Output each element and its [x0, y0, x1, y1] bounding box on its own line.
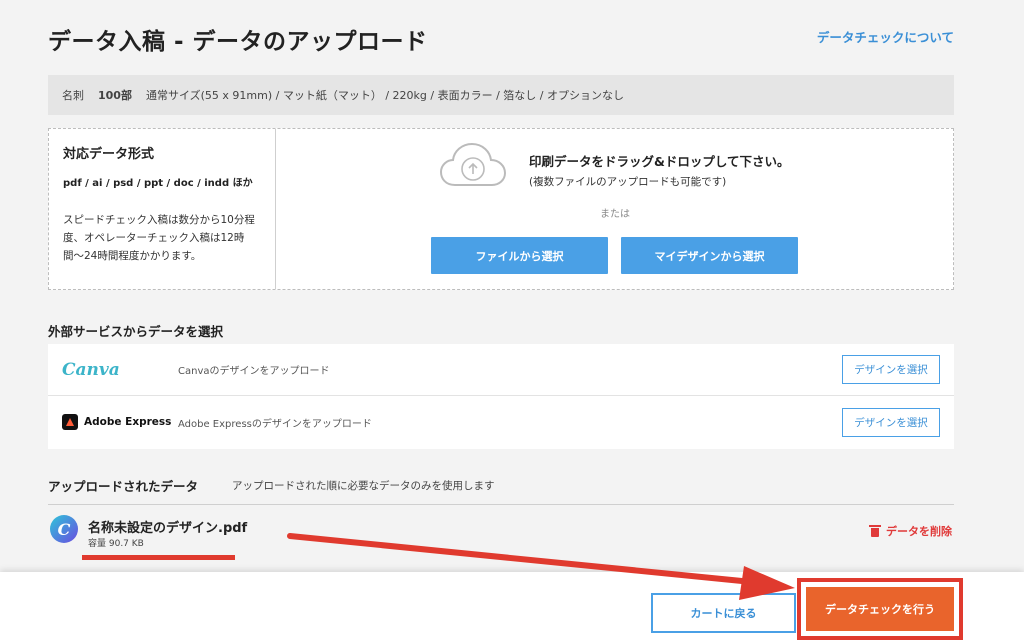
run-data-check-button[interactable]: データチェックを行う — [806, 587, 954, 631]
drop-sub-instruction: (複数ファイルのアップロードも可能です) — [529, 176, 727, 188]
data-check-help-link[interactable]: データチェックについて — [817, 27, 954, 46]
select-from-file-button[interactable]: ファイルから選択 — [431, 237, 608, 274]
upload-box: 対応データ形式 pdf / ai / psd / ppt / doc / ind… — [48, 128, 954, 290]
uploaded-data-note: アップロードされた順に必要なデータのみを使用します — [232, 480, 495, 492]
canva-select-design-button[interactable]: デザインを選択 — [842, 355, 940, 384]
select-from-mydesign-button[interactable]: マイデザインから選択 — [621, 237, 798, 274]
supported-formats-panel: 対応データ形式 pdf / ai / psd / ppt / doc / ind… — [49, 129, 276, 289]
or-separator: または — [600, 209, 630, 220]
footer-action-bar: カートに戻る データチェックを行う — [0, 572, 1024, 642]
upload-page: データ入稿 - データのアップロード データチェックについて 名刺 100部 通… — [0, 0, 1024, 642]
drop-instruction: 印刷データをドラッグ&ドロップして下さい。 — [529, 154, 790, 169]
external-service-canva: Canva Canvaのデザインをアップロード デザインを選択 — [48, 344, 954, 396]
external-service-adobe-express: Adobe Express Adobe Expressのデザインをアップロード … — [48, 396, 954, 448]
file-name: 名称未設定のデザイン.pdf — [88, 521, 248, 536]
adobe-express-logo-text: Adobe Express — [84, 416, 172, 428]
spec-item: 名刺 — [62, 89, 84, 102]
uploaded-file-row: C 名称未設定のデザイン.pdf 容量 90.7 KB データを削除 — [48, 505, 954, 560]
back-to-cart-button[interactable]: カートに戻る — [651, 593, 796, 633]
page-title: データ入稿 - データのアップロード — [48, 29, 428, 55]
drop-zone[interactable]: 印刷データをドラッグ&ドロップして下さい。 (複数ファイルのアップロードも可能で… — [277, 129, 953, 289]
formats-note: スピードチェック入稿は数分から10分程度、オペレーターチェック入稿は12時間〜2… — [63, 214, 255, 262]
spec-quantity: 100部 — [98, 89, 132, 102]
formats-extensions: pdf / ai / psd / ppt / doc / indd ほか — [63, 178, 253, 189]
adobe-express-logo: Adobe Express — [62, 414, 171, 430]
cloud-upload-icon — [439, 142, 507, 186]
external-services-title: 外部サービスからデータを選択 — [48, 324, 224, 339]
delete-data-label: データを削除 — [886, 525, 952, 538]
canva-logo: Canva — [62, 359, 120, 380]
adobe-express-icon — [62, 414, 78, 430]
adobe-express-description: Adobe Expressのデザインをアップロード — [178, 418, 372, 430]
canva-file-icon: C — [50, 515, 78, 543]
order-spec-bar: 名刺 100部 通常サイズ(55 x 91mm) / マット紙（マット） / 2… — [48, 75, 954, 115]
annotation-underline — [82, 555, 235, 560]
uploaded-data-title: アップロードされたデータ — [48, 479, 199, 494]
external-services-list: Canva Canvaのデザインをアップロード デザインを選択 Adobe Ex… — [48, 344, 954, 449]
trash-icon — [869, 525, 881, 537]
spec-details: 通常サイズ(55 x 91mm) / マット紙（マット） / 220kg / 表… — [145, 89, 624, 102]
formats-title: 対応データ形式 — [63, 147, 155, 162]
canva-description: Canvaのデザインをアップロード — [178, 366, 330, 377]
file-size: 容量 90.7 KB — [88, 539, 144, 549]
adobe-express-select-design-button[interactable]: デザインを選択 — [842, 407, 940, 437]
delete-data-button[interactable]: データを削除 — [869, 523, 952, 539]
